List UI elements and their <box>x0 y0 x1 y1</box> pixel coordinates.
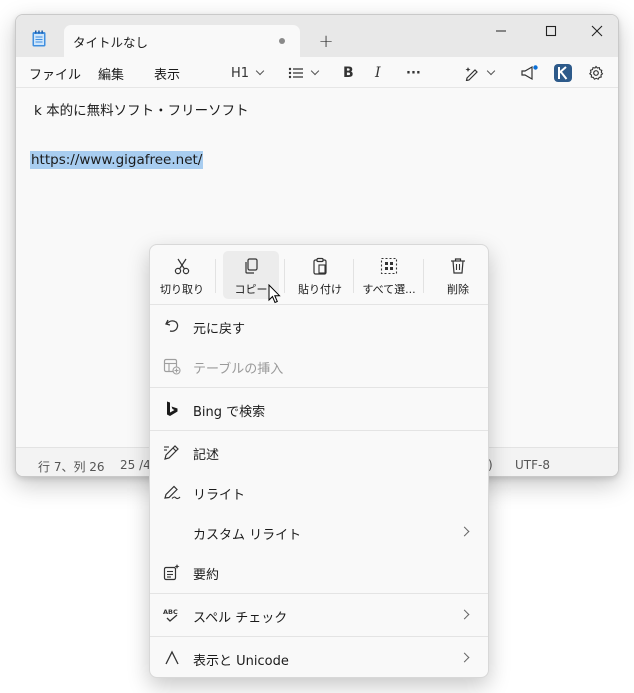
unsaved-dot-icon[interactable] <box>279 38 285 44</box>
account-button[interactable] <box>554 63 572 83</box>
menu-item-display-unicode[interactable]: 表示と Unicode <box>150 638 488 678</box>
menu-item-write[interactable]: 記述 <box>150 432 488 472</box>
chevron-down-icon <box>486 66 496 76</box>
cut-icon <box>174 258 190 275</box>
delete-button[interactable]: 削除 <box>430 251 486 299</box>
chevron-right-icon <box>459 652 470 663</box>
spellcheck-icon: ABC <box>163 608 178 622</box>
cut-label: 切り取り <box>160 283 204 296</box>
chevron-right-icon <box>459 609 470 620</box>
menu-bar: ファイル 編集 表示 H1 B I ··· <box>16 57 618 88</box>
quick-actions-bar: 切り取り コピー 貼り付け すべて選... 削除 <box>150 245 488 305</box>
copy-label: コピー <box>234 283 268 296</box>
settings-button[interactable] <box>588 63 604 83</box>
select-all-label: すべて選... <box>362 283 416 296</box>
menu-item-label: 元に戻す <box>193 322 246 337</box>
heading-dropdown[interactable]: H1 <box>231 63 265 83</box>
cursor-position: 行 7、列 26 <box>38 460 105 474</box>
write-icon <box>164 445 179 460</box>
menu-item-label: 表示と Unicode <box>193 654 289 669</box>
notepad-app-icon <box>32 30 46 47</box>
divider <box>423 259 424 293</box>
menu-edit[interactable]: 編集 <box>98 64 124 83</box>
menu-separator <box>150 593 488 594</box>
tab-untitled[interactable]: タイトルなし <box>64 25 300 57</box>
menu-separator <box>150 387 488 388</box>
cut-button[interactable]: 切り取り <box>154 251 210 299</box>
more-button[interactable]: ··· <box>406 63 421 83</box>
menu-item-label: 記述 <box>193 448 220 463</box>
close-button[interactable] <box>574 15 618 47</box>
context-menu: 切り取り コピー 貼り付け すべて選... 削除 元に戻す テーブルの挿入 Bi… <box>149 244 489 678</box>
selected-link-text[interactable]: https://www.gigafree.net/ <box>30 151 204 169</box>
menu-item-insert-table: テーブルの挿入 <box>150 346 488 386</box>
menu-item-bing-search[interactable]: Bing で検索 <box>150 389 488 429</box>
menu-item-spell-check[interactable]: ABC スペル チェック <box>150 595 488 635</box>
title-bar: タイトルなし + <box>16 15 618 57</box>
italic-button[interactable]: I <box>375 63 381 83</box>
ai-write-dropdown[interactable] <box>464 63 496 83</box>
paste-icon <box>313 257 327 275</box>
menu-item-label: Bing で検索 <box>193 405 266 420</box>
delete-label: 削除 <box>447 283 469 296</box>
tab-title: タイトルなし <box>73 34 149 50</box>
heading-label: H1 <box>231 65 250 81</box>
mouse-cursor-icon <box>268 284 281 304</box>
new-tab-button[interactable]: + <box>314 29 338 53</box>
megaphone-icon <box>521 65 538 81</box>
editor-text-line: k 本的に無料ソフト・フリーソフト <box>34 103 249 119</box>
menu-item-label: カスタム リライト <box>193 528 302 543</box>
rewrite-icon <box>164 485 181 500</box>
gear-icon <box>589 65 604 80</box>
chevron-down-icon <box>310 66 320 76</box>
menu-item-summarize[interactable]: 要約 <box>150 552 488 592</box>
minimize-icon <box>496 30 506 32</box>
unicode-icon <box>165 650 179 665</box>
bold-button[interactable]: B <box>343 63 354 83</box>
pen-sparkle-icon <box>465 67 478 81</box>
copy-icon <box>245 258 258 274</box>
divider <box>284 259 285 293</box>
divider <box>353 259 354 293</box>
close-icon <box>591 25 603 37</box>
menu-item-label: テーブルの挿入 <box>193 362 284 377</box>
menu-view[interactable]: 表示 <box>154 64 180 83</box>
table-insert-icon <box>163 358 181 375</box>
announcements-button[interactable] <box>520 63 538 83</box>
menu-item-undo[interactable]: 元に戻す <box>150 306 488 346</box>
svg-text:ABC: ABC <box>163 608 178 616</box>
encoding-label[interactable]: UTF-8 <box>515 458 550 472</box>
bing-icon <box>167 401 178 416</box>
summarize-icon <box>163 564 180 581</box>
menu-item-rewrite[interactable]: リライト <box>150 472 488 512</box>
list-dropdown[interactable] <box>288 63 320 83</box>
paste-label: 貼り付け <box>298 283 342 296</box>
paste-button[interactable]: 貼り付け <box>292 251 348 299</box>
menu-file[interactable]: ファイル <box>29 64 81 83</box>
menu-item-label: 要約 <box>193 568 220 583</box>
bullet-list-icon <box>288 67 303 79</box>
select-all-icon <box>380 257 398 275</box>
divider <box>215 259 216 293</box>
maximize-icon <box>545 25 557 37</box>
menu-item-custom-rewrite[interactable]: カスタム リライト <box>150 512 488 552</box>
menu-separator <box>150 430 488 431</box>
undo-icon <box>165 319 179 332</box>
menu-separator <box>150 636 488 637</box>
maximize-button[interactable] <box>528 15 574 47</box>
chevron-down-icon <box>255 66 265 76</box>
minimize-button[interactable] <box>478 15 524 47</box>
chevron-right-icon <box>459 526 470 537</box>
menu-item-label: リライト <box>193 488 246 503</box>
select-all-button[interactable]: すべて選... <box>361 251 417 299</box>
delete-icon <box>451 258 465 274</box>
menu-item-label: スペル チェック <box>193 611 288 626</box>
avatar-icon <box>554 64 572 82</box>
